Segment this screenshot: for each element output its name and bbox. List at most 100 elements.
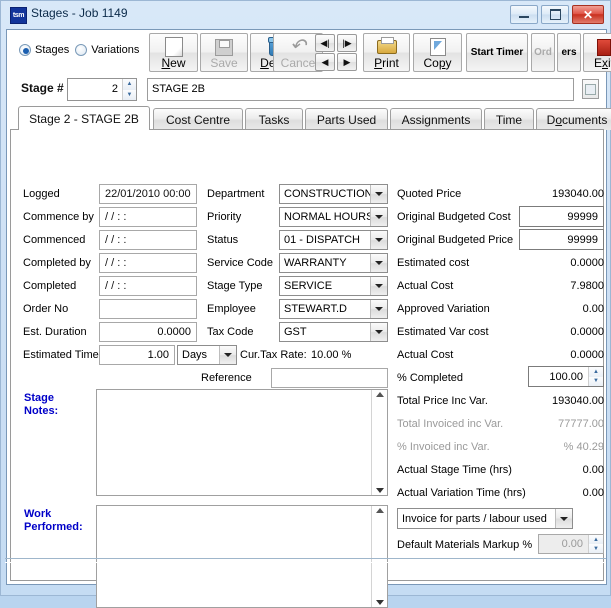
copy-button-label-b: y [445,56,452,70]
spin-down-icon[interactable]: ▼ [589,376,603,386]
new-button[interactable]: New [149,33,198,72]
stage-number-stepper[interactable]: 2 ▲ ▼ [67,78,137,101]
original-budgeted-price-field[interactable]: 99999 [519,229,604,250]
tab-stage-2[interactable]: Stage 2 - STAGE 2B [18,106,150,130]
status-select[interactable]: 01 - DISPATCH [279,230,388,250]
tab-parts-used[interactable]: Parts Used [305,108,388,130]
chevron-down-icon[interactable] [555,509,572,528]
estimated-time-unit-select[interactable]: Days [177,345,237,365]
logged-field[interactable]: 22/01/2010 00:00 [99,184,197,204]
orders-button-part1[interactable]: Ord [531,33,555,72]
close-button[interactable]: ✕ [572,5,604,24]
copy-page-icon [429,37,446,57]
tax-code-label: Tax Code [207,326,254,338]
total-invoiced-inc-var-value: 77777.00 [558,418,604,430]
work-performed-text[interactable] [97,506,371,607]
completed-field[interactable]: / / : : [99,276,197,296]
percent-completed-label: % Completed [397,372,464,384]
service-code-value: WARRANTY [284,257,347,269]
spin-up-icon[interactable]: ▲ [123,79,136,90]
next-record-button[interactable]: ▶ [337,53,357,71]
save-button[interactable]: Save [200,33,248,72]
minimize-button[interactable] [510,5,538,24]
stage-notes-textarea[interactable] [96,389,388,496]
tab-label: Cost Centre [165,112,231,127]
tab-tasks[interactable]: Tasks [245,108,303,130]
chevron-down-icon[interactable] [219,346,236,364]
work-performed-textarea[interactable] [96,505,388,608]
spin-up-icon[interactable]: ▲ [589,367,603,377]
completed-by-field[interactable]: / / : : [99,253,197,273]
stage-notes-scrollbar[interactable] [371,390,387,495]
previous-record-button[interactable]: ◀ [315,53,335,71]
service-code-select[interactable]: WARRANTY [279,253,388,273]
stage-number-spin-buttons[interactable]: ▲ ▼ [122,79,136,100]
order-no-field[interactable] [99,299,197,319]
default-materials-markup-stepper[interactable]: 0.00 ▲ ▼ [538,534,604,554]
percent-completed-spin-buttons[interactable]: ▲ ▼ [588,367,603,386]
stage-notes-text[interactable] [97,390,371,495]
scroll-up-icon[interactable] [375,508,384,513]
orders-button-part2[interactable]: ers [557,33,581,72]
invoice-type-select[interactable]: Invoice for parts / labour used [397,508,573,529]
tab-cost-centre[interactable]: Cost Centre [153,108,243,130]
est-duration-label: Est. Duration [23,326,87,338]
copy-button[interactable]: Copy [413,33,462,72]
stage-type-select[interactable]: SERVICE [279,276,388,296]
print-button[interactable]: Print [363,33,410,72]
commence-by-label: Commence by [23,211,94,223]
commence-by-field[interactable]: / / : : [99,207,197,227]
order-no-label: Order No [23,303,69,315]
original-budgeted-cost-field[interactable]: 99999 [519,206,604,227]
chevron-down-icon[interactable] [370,208,387,226]
estimated-time-field[interactable]: 1.00 [99,345,175,365]
last-record-button[interactable]: |▶ [337,34,357,52]
tab-label: Parts Used [316,112,377,127]
tab-documents[interactable]: Documents [536,108,611,130]
start-timer-button[interactable]: Start Timer [466,33,528,72]
stage-type-label: Stage Type [207,280,263,292]
scroll-down-icon[interactable] [375,488,384,493]
radio-variations-label: Variations [91,44,140,56]
chevron-down-icon[interactable] [370,231,387,249]
tab-bar: Stage 2 - STAGE 2B Cost Centre Tasks Par… [10,106,611,130]
maximize-button[interactable] [541,5,569,24]
tab-time[interactable]: Time [484,108,534,130]
orders-label-2: ers [561,47,577,58]
commenced-field[interactable]: / / : : [99,230,197,250]
stage-number-value[interactable]: 2 [68,79,122,100]
percent-completed-stepper[interactable]: 100.00 ▲ ▼ [528,366,604,387]
chevron-down-icon[interactable] [370,185,387,203]
commenced-label: Commenced [23,234,86,246]
chevron-down-icon[interactable] [370,323,387,341]
department-select[interactable]: CONSTRUCTION [279,184,388,204]
employee-select[interactable]: STEWART.D [279,299,388,319]
chevron-down-icon[interactable] [370,254,387,272]
tax-code-select[interactable]: GST [279,322,388,342]
stage-name-field[interactable]: STAGE 2B [147,78,574,101]
spin-down-icon[interactable]: ▼ [123,89,136,100]
est-duration-field[interactable]: 0.0000 [99,322,197,342]
tab-assignments[interactable]: Assignments [390,108,482,130]
first-record-button[interactable]: ◀| [315,34,335,52]
window-bottom-divider [5,558,606,563]
radio-variations[interactable]: Variations [75,44,139,56]
scroll-down-icon[interactable] [375,600,384,605]
chevron-down-icon[interactable] [370,300,387,318]
client-area: Stages Variations New Save Delete [6,29,611,608]
radio-stages[interactable]: Stages [19,44,69,56]
reference-field[interactable] [271,368,388,388]
status-label: Status [207,234,239,246]
priority-select[interactable]: NORMAL HOURS [279,207,388,227]
chevron-down-icon[interactable] [370,277,387,295]
scroll-up-icon[interactable] [375,392,384,397]
cur-tax-rate-label: Cur.Tax Rate: [240,349,307,361]
spin-up-icon[interactable]: ▲ [589,535,603,544]
window-controls: ✕ [510,5,604,24]
spin-down-icon[interactable]: ▼ [589,544,603,553]
lookup-button[interactable] [582,79,599,99]
work-performed-scrollbar[interactable] [371,506,387,607]
exit-button[interactable]: Exit [583,33,611,72]
percent-completed-value[interactable]: 100.00 [529,367,588,386]
markup-spin-buttons[interactable]: ▲ ▼ [588,535,603,553]
